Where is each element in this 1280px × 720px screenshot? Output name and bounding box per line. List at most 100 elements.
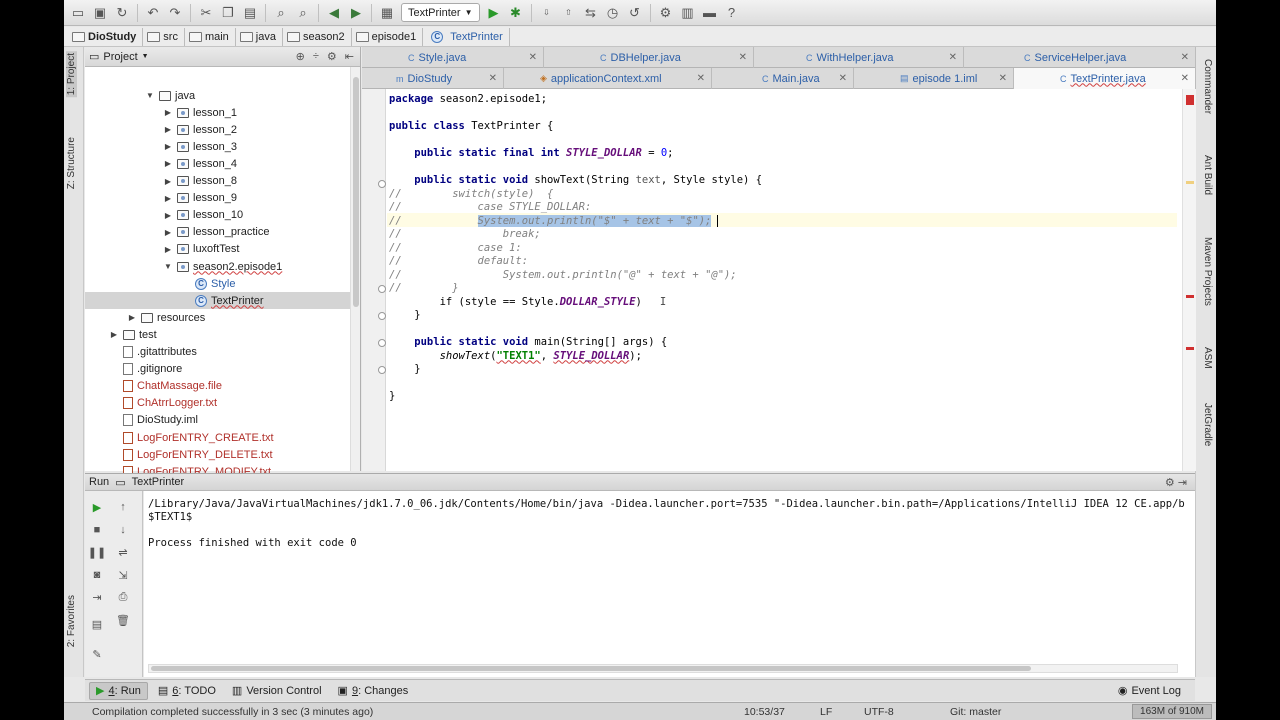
expanded-arrow-icon[interactable]: ▼: [145, 91, 155, 100]
tab-servicehelper-java[interactable]: C ServiceHelper.java ✕: [964, 47, 1196, 68]
close-icon[interactable]: ✕: [949, 52, 957, 63]
console-scrollbar[interactable]: [148, 664, 1178, 673]
gear-icon[interactable]: ⚙: [327, 50, 337, 63]
vcs-commit-icon[interactable]: ⇧: [559, 3, 579, 23]
breadcrumb-item[interactable]: main: [185, 27, 236, 46]
help-icon[interactable]: ?: [722, 3, 742, 23]
rerun-icon[interactable]: ▶: [89, 499, 105, 515]
vcs-update-icon[interactable]: ⇩: [537, 3, 557, 23]
pause-icon[interactable]: ❚❚: [88, 544, 106, 560]
tree-item[interactable]: ▶ lesson_3: [85, 138, 351, 155]
breadcrumb-item[interactable]: C TextPrinter: [423, 27, 510, 46]
collapsed-arrow-icon[interactable]: ▶: [163, 108, 173, 117]
tree-item[interactable]: C Style: [85, 275, 351, 292]
breadcrumb-item[interactable]: DioStudy: [68, 27, 144, 46]
vcs-compare-icon[interactable]: ⇆: [581, 3, 601, 23]
down-arrow-icon[interactable]: ↓: [115, 522, 131, 538]
exit-icon[interactable]: ⇥: [89, 589, 105, 605]
status-message[interactable]: Compilation completed successfully in 3 …: [92, 706, 373, 718]
collapsed-arrow-icon[interactable]: ▶: [163, 125, 173, 134]
tree-item[interactable]: LogForENTRY_DELETE.txt: [85, 446, 351, 463]
scroll-thumb[interactable]: [151, 666, 1031, 671]
run-config-select[interactable]: TextPrinter ▼: [401, 3, 480, 22]
up-arrow-icon[interactable]: ↑: [115, 499, 131, 515]
run-icon[interactable]: ▶: [484, 3, 504, 23]
breadcrumb-item[interactable]: src: [143, 27, 185, 46]
save-icon[interactable]: ▣: [90, 3, 110, 23]
error-mark[interactable]: [1186, 347, 1194, 350]
sdk-icon[interactable]: ▬: [700, 3, 720, 23]
tree-item[interactable]: ▶ test: [85, 326, 351, 343]
close-icon[interactable]: ✕: [1181, 52, 1189, 63]
close-icon[interactable]: ✕: [839, 73, 847, 84]
undo-icon[interactable]: ↶: [143, 3, 163, 23]
tab-style-java[interactable]: C Style.java ✕: [362, 47, 544, 68]
close-icon[interactable]: ✕: [489, 73, 497, 84]
debug-icon[interactable]: ✱: [506, 3, 526, 23]
fold-icon[interactable]: [378, 366, 386, 374]
revert-icon[interactable]: ↺: [625, 3, 645, 23]
tree-item[interactable]: ▶ resources: [85, 309, 351, 326]
gear-icon[interactable]: ⚙ ⇥: [1165, 476, 1195, 489]
caret-position[interactable]: 10:53/37: [744, 706, 785, 718]
locate-icon[interactable]: ⊕: [296, 50, 305, 63]
tree-item[interactable]: .gitattributes: [85, 344, 351, 361]
tool-tab-event-log[interactable]: ◉ Event Log: [1112, 682, 1187, 700]
replace-icon[interactable]: ⌕: [293, 3, 313, 23]
tree-item[interactable]: ▼ season2.episode1: [85, 258, 351, 275]
collapsed-arrow-icon[interactable]: ▶: [163, 245, 173, 254]
tool-tab-project[interactable]: 1: Project: [66, 51, 77, 98]
collapsed-arrow-icon[interactable]: ▶: [109, 330, 119, 339]
tree-item[interactable]: ▶ lesson_practice: [85, 224, 351, 241]
tool-tab-run[interactable]: ▶ 4: Run: [89, 681, 148, 700]
tool-tab-todo[interactable]: ▤ 6: TODO: [152, 682, 222, 700]
layout-icon[interactable]: ▤: [89, 616, 105, 632]
fold-icon[interactable]: [378, 312, 386, 320]
git-branch[interactable]: Git: master: [950, 706, 1001, 718]
tab-main-java[interactable]: C Main.java ✕: [712, 68, 854, 89]
tree-item[interactable]: C TextPrinter: [85, 292, 351, 310]
pin-icon[interactable]: ✎: [89, 646, 105, 662]
scroll-end-icon[interactable]: ⇲: [115, 567, 131, 583]
breadcrumb-item[interactable]: season2: [283, 27, 352, 46]
fold-icon[interactable]: [378, 339, 386, 347]
structure-icon[interactable]: ▥: [678, 3, 698, 23]
editor-gutter[interactable]: [362, 89, 386, 471]
tab-diostudy[interactable]: m DioStudy ✕: [362, 68, 504, 89]
vcs-history-icon[interactable]: ◷: [603, 3, 623, 23]
tool-tab-commander[interactable]: Commander: [1202, 59, 1213, 114]
close-icon[interactable]: ✕: [1181, 73, 1189, 84]
tool-tab-maven[interactable]: Maven Projects: [1202, 237, 1213, 306]
collapsed-arrow-icon[interactable]: ▶: [163, 194, 173, 203]
breadcrumb-item[interactable]: episode1: [352, 27, 424, 46]
memory-indicator[interactable]: 163M of 910M: [1132, 704, 1212, 719]
warning-mark[interactable]: [1186, 181, 1194, 184]
tool-tab-structure[interactable]: Z: Structure: [66, 137, 77, 189]
cut-icon[interactable]: ✂: [196, 3, 216, 23]
tab-withhelper-java[interactable]: C WithHelper.java ✕: [754, 47, 964, 68]
collapsed-arrow-icon[interactable]: ▶: [163, 177, 173, 186]
tree-item[interactable]: ▼ java: [85, 87, 351, 104]
tree-item[interactable]: ▶ lesson_8: [85, 173, 351, 190]
run-config-tab[interactable]: TextPrinter: [132, 476, 185, 488]
find-icon[interactable]: ⌕: [271, 3, 291, 23]
settings-icon[interactable]: ⚙: [656, 3, 676, 23]
close-icon[interactable]: ✕: [697, 73, 705, 84]
trash-icon[interactable]: 🗑: [115, 612, 131, 628]
tool-tab-asm[interactable]: ASM: [1202, 347, 1213, 369]
run-console[interactable]: /Library/Java/JavaVirtualMachines/jdk1.7…: [144, 491, 1195, 677]
tree-item[interactable]: ▶ lesson_2: [85, 121, 351, 138]
tree-item[interactable]: ChatMassage.file: [85, 378, 351, 395]
line-separator[interactable]: LF: [820, 706, 832, 718]
tab-textprinter-java[interactable]: C TextPrinter.java ✕: [1014, 68, 1196, 89]
tree-item[interactable]: ▶ lesson_4: [85, 155, 351, 172]
tree-item[interactable]: ▶ luxoftTest: [85, 241, 351, 258]
project-title[interactable]: Project: [103, 51, 137, 63]
tree-item[interactable]: ▶ lesson_1: [85, 104, 351, 121]
tool-tab-version-control[interactable]: ▥ Version Control: [226, 682, 328, 700]
collapsed-arrow-icon[interactable]: ▶: [163, 211, 173, 220]
tab-episode1-iml[interactable]: ▤ episode 1.iml ✕: [854, 68, 1014, 89]
breadcrumb-item[interactable]: java: [236, 27, 283, 46]
tree-item[interactable]: .gitignore: [85, 361, 351, 378]
tree-item[interactable]: ChAtrrLogger.txt: [85, 395, 351, 412]
